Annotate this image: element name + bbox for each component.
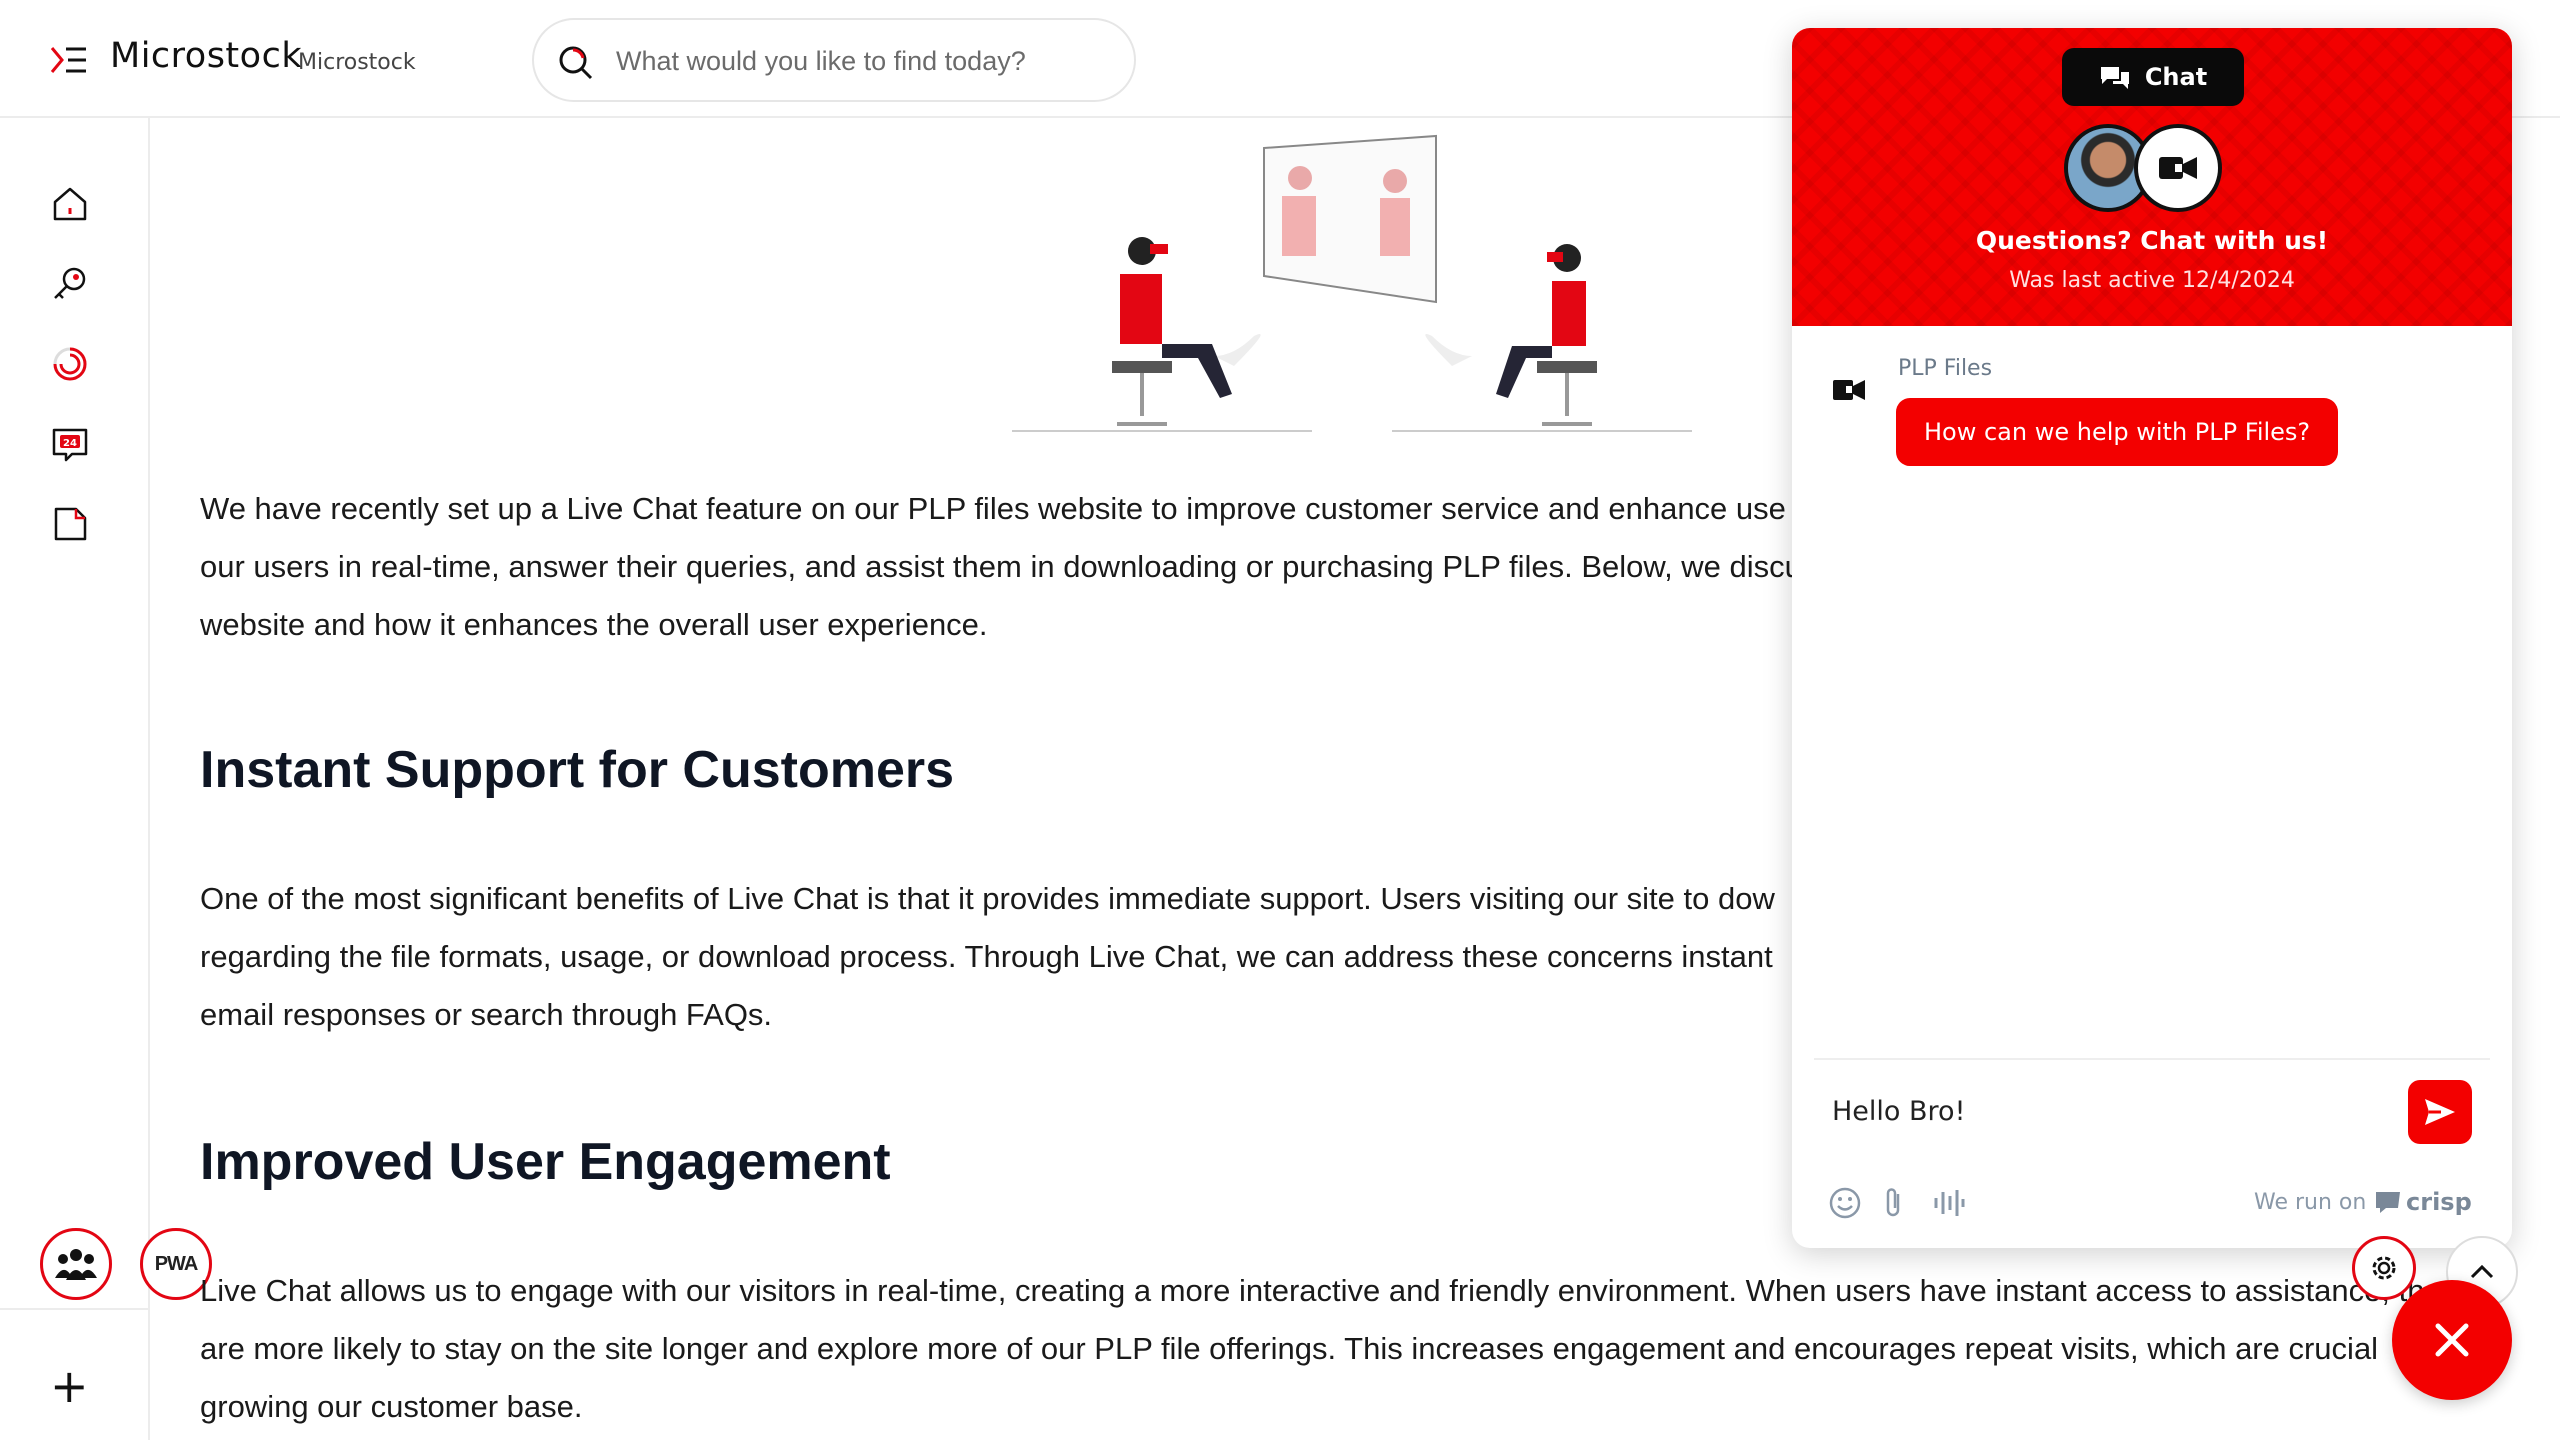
message-bubble: How can we help with PLP Files? xyxy=(1896,398,2339,466)
emoji-icon[interactable] xyxy=(1828,1186,1862,1220)
heading-instant-support: Instant Support for Customers xyxy=(200,741,955,799)
spinner-icon xyxy=(53,347,87,381)
document-icon xyxy=(54,507,87,541)
attachment-icon[interactable] xyxy=(1882,1186,1906,1220)
add-button[interactable]: + xyxy=(50,1363,89,1409)
send-button[interactable] xyxy=(2408,1080,2472,1144)
sidebar-divider xyxy=(0,1308,150,1310)
crisp-brand-label: crisp xyxy=(2406,1188,2472,1216)
sidebar-item-support[interactable]: 24 xyxy=(46,420,94,468)
support-24-icon: 24 xyxy=(52,428,88,462)
p2-line-2: are more likely to stay on the site long… xyxy=(200,1331,2379,1366)
brand-subtitle: Microstock xyxy=(298,50,416,75)
sidebar-item-key[interactable] xyxy=(46,260,94,308)
key-icon xyxy=(54,267,86,299)
sender-camera-icon xyxy=(1833,380,1865,400)
sidebar-item-home[interactable] xyxy=(46,180,94,228)
svg-text:24: 24 xyxy=(63,438,77,449)
menu-icon[interactable] xyxy=(50,44,88,76)
chevron-up-icon xyxy=(2470,1264,2494,1279)
send-icon xyxy=(2425,1099,2455,1125)
search-box[interactable] xyxy=(532,18,1136,102)
p2-line-1: Live Chat allows us to engage with our v… xyxy=(200,1273,2425,1308)
brand-name[interactable]: Microstock xyxy=(110,36,302,76)
heading-user-engagement: Improved User Engagement xyxy=(200,1133,891,1191)
search-icon xyxy=(559,46,593,80)
message-sender: PLP Files xyxy=(1898,356,1993,381)
compose-divider xyxy=(1814,1058,2490,1060)
community-button[interactable] xyxy=(40,1228,112,1300)
voice-icon[interactable] xyxy=(1932,1186,1966,1220)
crisp-bubble-icon xyxy=(2376,1192,2400,1213)
camera-icon xyxy=(2159,157,2197,179)
sidebar-item-loading[interactable] xyxy=(46,340,94,388)
p2-line-3: growing our customer base. xyxy=(200,1389,583,1424)
pwa-label: PWA xyxy=(154,1252,199,1275)
home-icon xyxy=(53,187,87,221)
chat-bubbles-icon xyxy=(2100,67,2129,89)
powered-by-label: We run on xyxy=(2254,1190,2367,1215)
search-input[interactable] xyxy=(616,38,1116,84)
tab-chat-label: Chat xyxy=(2144,63,2208,91)
chat-close-button[interactable] xyxy=(2392,1280,2512,1400)
tab-chat[interactable]: Chat xyxy=(2062,48,2244,106)
crisp-brand-link[interactable]: crisp xyxy=(2374,1188,2472,1216)
brand-avatar xyxy=(2134,124,2222,212)
chat-header: Chat Questions? Chat with us! Was last a… xyxy=(1792,28,2512,326)
chat-headline: Questions? Chat with us! xyxy=(1975,226,2329,255)
close-icon xyxy=(2435,1323,2469,1357)
gear-icon xyxy=(2372,1256,2396,1280)
video-call-illustration xyxy=(1012,134,1692,432)
sidebar: 24 PWA + xyxy=(0,118,212,1440)
group-icon xyxy=(55,1249,97,1280)
chat-compose-input[interactable] xyxy=(1832,1088,2392,1134)
last-active-status: Was last active 12/4/2024 xyxy=(2009,268,2295,293)
chat-window: Chat Questions? Chat with us! Was last a… xyxy=(1792,28,2512,1248)
settings-button[interactable] xyxy=(2352,1236,2416,1300)
sidebar-item-document[interactable] xyxy=(46,500,94,548)
